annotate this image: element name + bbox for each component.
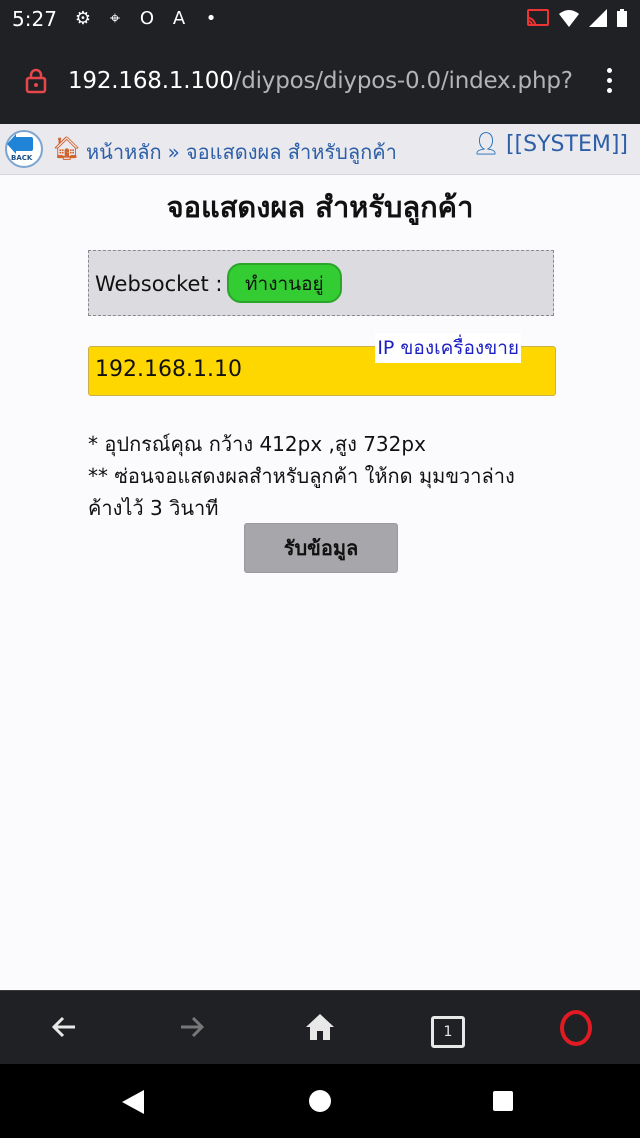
status-bar: 5:27 ⚙ ⌖ O A • xyxy=(0,0,640,38)
url-host: 192.168.1.100 xyxy=(68,68,234,94)
system-home-icon[interactable] xyxy=(309,1090,331,1112)
back-button[interactable]: BACK xyxy=(5,130,43,168)
opera-logo-icon xyxy=(560,1010,592,1046)
get-data-button[interactable]: รับข้อมูล xyxy=(244,523,398,573)
back-arrow-icon xyxy=(7,134,33,154)
tabs-button[interactable]: 1 xyxy=(428,1007,468,1048)
more-menu-icon[interactable] xyxy=(604,68,614,96)
url-field[interactable]: 192.168.1.100/diypos/diypos-0.0/index.ph… xyxy=(68,68,573,94)
websocket-panel: Websocket : ทำงานอยู่ xyxy=(88,250,554,316)
opera-icon: O xyxy=(139,8,155,29)
dot-icon: • xyxy=(205,8,217,29)
page-title: จอแสดงผล สำหรับลูกค้า xyxy=(166,190,474,224)
device-size-note: * อุปกรณ์คุณ กว้าง 412px ,สูง 732px xyxy=(88,432,426,456)
status-icons-left: ⚙ ⌖ O A • xyxy=(72,8,222,30)
system-recents-icon[interactable] xyxy=(493,1091,513,1111)
status-time: 5:27 xyxy=(12,7,57,31)
websocket-status-badge: ทำงานอยู่ xyxy=(227,263,342,303)
home-icon[interactable] xyxy=(300,1007,340,1047)
signal-icon xyxy=(588,8,608,30)
system-back-icon[interactable] xyxy=(122,1090,144,1114)
user-icon: 👤︎ xyxy=(472,132,500,157)
websocket-label: Websocket : xyxy=(95,272,223,296)
back-label: BACK xyxy=(11,154,33,162)
home-icon[interactable]: 🏠︎ xyxy=(52,136,81,162)
system-nav-bar xyxy=(0,1064,640,1138)
address-bar: 192.168.1.100/diypos/diypos-0.0/index.ph… xyxy=(0,38,640,124)
battery-icon xyxy=(616,8,628,30)
text-icon: A xyxy=(172,8,186,29)
tab-count: 1 xyxy=(431,1016,465,1048)
browser-nav-bar: 1 xyxy=(0,990,640,1065)
wifi-icon xyxy=(558,8,580,30)
gear-icon: ⚙ xyxy=(74,8,92,29)
breadcrumb-home-link[interactable]: หน้าหลัก xyxy=(86,140,162,164)
cast-icon xyxy=(526,8,550,30)
notes: * อุปกรณ์คุณ กว้าง 412px ,สูง 732px ** ซ… xyxy=(88,428,548,524)
breadcrumb: หน้าหลัก» จอแสดงผล สำหรับลูกค้า xyxy=(86,136,397,168)
map-icon: ⌖ xyxy=(109,8,121,29)
status-icons-right xyxy=(526,8,628,30)
user-name: [[SYSTEM]] xyxy=(505,132,628,157)
page-header: BACK 🏠︎ หน้าหลัก» จอแสดงผล สำหรับลูกค้า 👤… xyxy=(0,124,640,175)
url-path: /diypos/diypos-0.0/index.php? xyxy=(233,68,573,94)
user-menu[interactable]: 👤︎ [[SYSTEM]] xyxy=(472,132,628,157)
forward-arrow-icon[interactable] xyxy=(172,1007,212,1047)
back-arrow-icon[interactable] xyxy=(44,1007,84,1047)
ip-field[interactable]: IP ของเครื่องขาย xyxy=(88,333,556,396)
ip-caption: IP ของเครื่องขาย xyxy=(375,333,521,363)
hide-display-note: ** ซ่อนจอแสดงผลสำหรับลูกค้า ให้กด มุมขวา… xyxy=(88,464,515,520)
breadcrumb-separator: » xyxy=(167,140,180,164)
breadcrumb-current[interactable]: จอแสดงผล สำหรับลูกค้า xyxy=(186,140,397,164)
lock-icon[interactable] xyxy=(24,68,48,94)
opera-menu-icon[interactable] xyxy=(556,1007,596,1047)
